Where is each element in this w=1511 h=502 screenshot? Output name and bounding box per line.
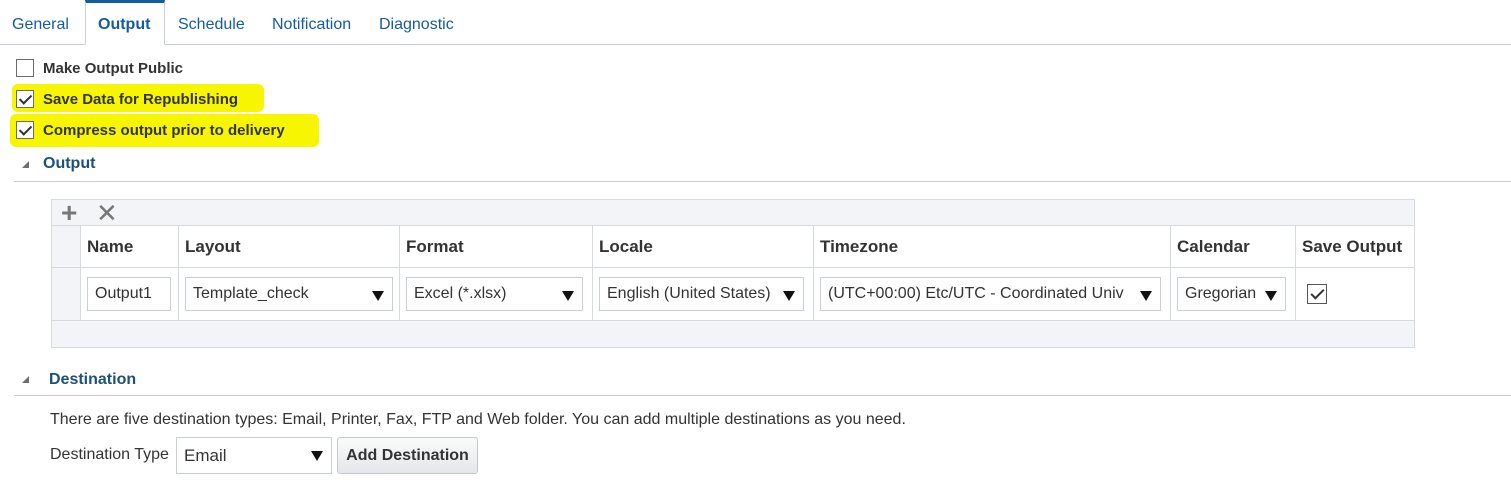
row-gutter bbox=[51, 225, 81, 268]
layout-value: Template_check bbox=[193, 285, 309, 302]
timezone-select[interactable]: (UTC+00:00) Etc/UTC - Coordinated Univ bbox=[820, 277, 1161, 311]
timezone-value: (UTC+00:00) Etc/UTC - Coordinated Univ bbox=[828, 285, 1124, 302]
tab-general[interactable]: General bbox=[0, 0, 81, 44]
tab-output[interactable]: Output bbox=[85, 0, 165, 45]
compress-output-option[interactable]: Compress output prior to delivery bbox=[16, 119, 285, 141]
table-row: Output1 Template_check Excel (*.xlsx) En… bbox=[51, 267, 1415, 321]
make-output-public-checkbox[interactable] bbox=[16, 59, 34, 77]
collapse-triangle-icon[interactable] bbox=[22, 376, 29, 383]
compress-output-label: Compress output prior to delivery bbox=[43, 121, 285, 139]
layout-select[interactable]: Template_check bbox=[185, 277, 393, 311]
format-value: Excel (*.xlsx) bbox=[414, 285, 507, 302]
col-format: Format bbox=[399, 225, 593, 268]
destination-type-dropdown[interactable]: Email bbox=[176, 437, 332, 474]
calendar-value: Gregorian bbox=[1185, 285, 1257, 302]
locale-select[interactable]: English (United States) bbox=[599, 277, 804, 311]
output-table: Name Layout Format Locale Timezone Calen… bbox=[51, 225, 1415, 321]
section-divider bbox=[14, 395, 1511, 396]
collapse-triangle-icon[interactable] bbox=[22, 161, 29, 168]
col-calendar: Calendar bbox=[1170, 225, 1296, 268]
calendar-select[interactable]: Gregorian bbox=[1177, 277, 1286, 311]
plus-icon[interactable]: + bbox=[61, 199, 77, 227]
section-divider bbox=[14, 181, 1511, 182]
tab-diagnostic[interactable]: Diagnostic bbox=[367, 0, 466, 44]
output-section-title: Output bbox=[43, 155, 96, 172]
destination-type-select[interactable]: Email bbox=[176, 437, 332, 474]
x-icon[interactable]: ✕ bbox=[96, 200, 118, 226]
destination-section-title: Destination bbox=[49, 371, 137, 388]
save-data-checkbox[interactable] bbox=[16, 90, 34, 108]
format-select[interactable]: Excel (*.xlsx) bbox=[406, 277, 583, 311]
save-data-option[interactable]: Save Data for Republishing bbox=[16, 88, 238, 110]
save-output-checkbox[interactable] bbox=[1307, 284, 1327, 304]
col-locale: Locale bbox=[592, 225, 814, 268]
make-output-public-label: Make Output Public bbox=[43, 59, 184, 77]
make-output-public-option[interactable]: Make Output Public bbox=[16, 57, 183, 79]
add-destination-button[interactable]: Add Destination bbox=[337, 437, 478, 474]
tab-notification[interactable]: Notification bbox=[260, 0, 363, 44]
tab-bar: General Output Schedule Notification Dia… bbox=[0, 0, 1511, 45]
table-header-row: Name Layout Format Locale Timezone Calen… bbox=[51, 225, 1415, 268]
compress-output-checkbox[interactable] bbox=[16, 121, 34, 139]
locale-value: English (United States) bbox=[607, 285, 771, 302]
col-timezone: Timezone bbox=[813, 225, 1171, 268]
tab-schedule[interactable]: Schedule bbox=[166, 0, 257, 44]
row-gutter bbox=[51, 267, 81, 321]
output-name-input[interactable]: Output1 bbox=[87, 277, 171, 311]
col-layout: Layout bbox=[178, 225, 400, 268]
save-data-label: Save Data for Republishing bbox=[43, 90, 239, 108]
destination-type-value: Email bbox=[184, 445, 227, 465]
col-save-output: Save Output bbox=[1295, 225, 1415, 268]
col-name: Name bbox=[80, 225, 179, 268]
destination-description: There are five destination types: Email,… bbox=[50, 411, 906, 428]
destination-type-label: Destination Type bbox=[50, 446, 169, 463]
